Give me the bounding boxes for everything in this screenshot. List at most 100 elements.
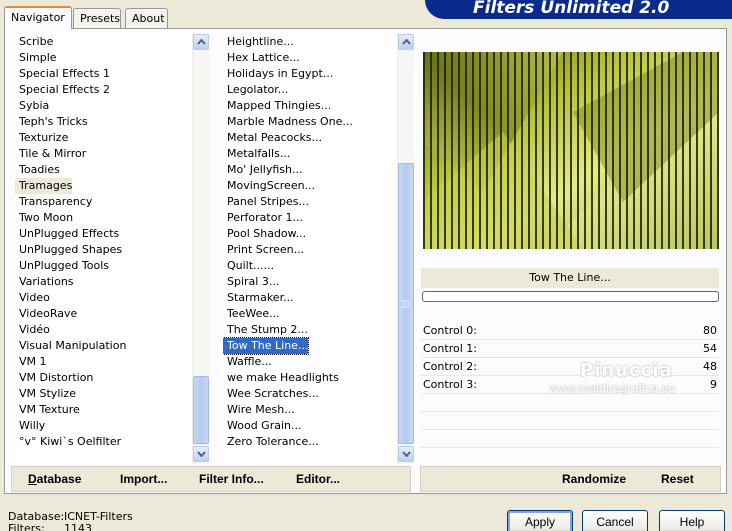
list-item[interactable]: Mapped Thingies... <box>223 98 331 114</box>
list-item[interactable]: Wee Scratches... <box>223 386 319 402</box>
list-item[interactable]: Starmaker... <box>223 290 294 306</box>
list-item[interactable]: Spiral 3... <box>223 274 279 290</box>
list-item[interactable]: Texturize <box>15 130 68 146</box>
list-item[interactable]: Visual Manipulation <box>15 338 126 354</box>
list-item[interactable]: Legolator... <box>223 82 288 98</box>
list-item[interactable]: Scribe <box>15 34 53 50</box>
list-item[interactable]: Toadies <box>15 162 60 178</box>
list-item[interactable]: Zero Tolerance... <box>223 434 319 450</box>
filter-scrollbar[interactable] <box>397 33 414 464</box>
list-item[interactable]: Print Screen... <box>223 242 304 258</box>
empty-control-row <box>421 394 719 412</box>
tab-about[interactable]: About <box>125 8 168 28</box>
filter-list[interactable]: Heightline... Hex Lattice... Holidays in E… <box>223 33 416 464</box>
list-item[interactable]: TeeWee... <box>223 306 280 322</box>
list-item[interactable]: Hex Lattice... <box>223 50 300 66</box>
list-item[interactable]: UnPlugged Tools <box>15 258 109 274</box>
progress-bar <box>422 291 719 302</box>
list-item[interactable]: we make Headlights <box>223 370 339 386</box>
list-item[interactable]: Video <box>15 290 50 306</box>
help-button[interactable]: Help <box>659 510 725 531</box>
control-row-2[interactable]: Control 2: 48 <box>421 358 719 376</box>
list-item[interactable]: Vidéo <box>15 322 50 338</box>
tab-presets-label: Presets <box>80 12 121 25</box>
chevron-down-icon <box>197 451 206 457</box>
list-item[interactable]: UnPlugged Shapes <box>15 242 122 258</box>
control-button-bar: Randomize Reset <box>420 466 721 492</box>
list-item[interactable]: MovingScreen... <box>223 178 315 194</box>
list-item[interactable]: Perforator 1... <box>223 210 303 226</box>
scroll-down-button[interactable] <box>398 446 414 462</box>
watermark-name: Pinuccia <box>580 360 673 381</box>
list-item[interactable]: Teph's Tricks <box>15 114 88 130</box>
list-item[interactable]: Pool Shadow... <box>223 226 306 242</box>
list-item[interactable]: Waffle... <box>223 354 272 370</box>
list-item[interactable]: Special Effects 1 <box>15 66 110 82</box>
control-label: Control 0: <box>423 324 477 337</box>
scroll-thumb[interactable] <box>398 163 414 444</box>
list-item[interactable]: Holidays in Egypt... <box>223 66 333 82</box>
list-item[interactable]: VM Texture <box>15 402 80 418</box>
scroll-down-button[interactable] <box>193 446 209 462</box>
scroll-up-button[interactable] <box>398 34 414 50</box>
database-button[interactable]: Database <box>28 472 81 486</box>
list-item[interactable]: Sybia <box>15 98 49 114</box>
list-item[interactable]: Metalfalls... <box>223 146 290 162</box>
category-list[interactable]: Scribe Simple Special Effects 1 Special Eff… <box>15 33 208 464</box>
control-value: 80 <box>703 324 717 337</box>
reset-button[interactable]: Reset <box>661 472 694 486</box>
list-button-bar: Database Import... Filter Info... Editor… <box>11 466 411 492</box>
empty-control-row <box>421 412 719 430</box>
list-item[interactable]: Special Effects 2 <box>15 82 110 98</box>
tab-navigator[interactable]: Navigator <box>4 6 72 29</box>
list-item[interactable]: Simple <box>15 50 57 66</box>
list-item[interactable]: VM Stylize <box>15 386 76 402</box>
list-item[interactable]: Two Moon <box>15 210 73 226</box>
filters-status-value: 1143 <box>64 522 92 531</box>
list-item[interactable]: The Stump 2... <box>223 322 308 338</box>
list-item[interactable]: Transparency <box>15 194 92 210</box>
list-item[interactable]: Tow The Line... <box>223 337 310 355</box>
editor-button[interactable]: Editor... <box>296 472 340 486</box>
list-item[interactable]: VideoRave <box>15 306 77 322</box>
watermark-site: www.maidiregrafica.eu <box>549 382 676 395</box>
list-item[interactable]: Wood Grain... <box>223 418 301 434</box>
app-title: Filters Unlimited 2.0 <box>473 0 670 18</box>
list-item[interactable]: Tile & Mirror <box>15 146 86 162</box>
control-label: Control 3: <box>423 378 477 391</box>
tab-about-label: About <box>132 12 165 25</box>
tab-navigator-label: Navigator <box>11 11 65 24</box>
control-row-0[interactable]: Control 0: 80 <box>421 322 719 340</box>
apply-button[interactable]: Apply <box>507 510 573 531</box>
list-item[interactable]: Wire Mesh... <box>223 402 295 418</box>
control-label: Control 1: <box>423 342 477 355</box>
list-item[interactable]: °v° Kiwi`s Oelfilter <box>15 434 121 450</box>
chevron-up-icon <box>197 39 206 45</box>
list-item[interactable]: Marble Madness One... <box>223 114 353 130</box>
filter-preview-image <box>423 52 719 249</box>
randomize-button[interactable]: Randomize <box>562 472 626 486</box>
grip-icon <box>402 300 410 308</box>
control-row-1[interactable]: Control 1: 54 <box>421 340 719 358</box>
cancel-button[interactable]: Cancel <box>582 510 648 531</box>
list-item[interactable]: UnPlugged Effects <box>15 226 119 242</box>
list-item[interactable]: VM 1 <box>15 354 47 370</box>
list-item[interactable]: Tramages <box>15 178 73 194</box>
scroll-thumb[interactable] <box>193 376 209 444</box>
scroll-up-button[interactable] <box>193 34 209 50</box>
import-button[interactable]: Import... <box>120 472 167 486</box>
list-item[interactable]: VM Distortion <box>15 370 93 386</box>
list-item[interactable]: Quilt...... <box>223 258 274 274</box>
list-item[interactable]: Heightline... <box>223 34 294 50</box>
list-item[interactable]: Variations <box>15 274 74 290</box>
control-value: 9 <box>710 378 717 391</box>
list-item[interactable]: Panel Stripes... <box>223 194 309 210</box>
empty-control-row <box>421 448 719 466</box>
list-item[interactable]: Mo' Jellyfish... <box>223 162 303 178</box>
tab-presets[interactable]: Presets <box>73 8 121 28</box>
category-scrollbar[interactable] <box>192 33 209 464</box>
list-item[interactable]: Willy <box>15 418 45 434</box>
filter-info-button[interactable]: Filter Info... <box>199 472 264 486</box>
control-value: 54 <box>703 342 717 355</box>
list-item[interactable]: Metal Peacocks... <box>223 130 322 146</box>
